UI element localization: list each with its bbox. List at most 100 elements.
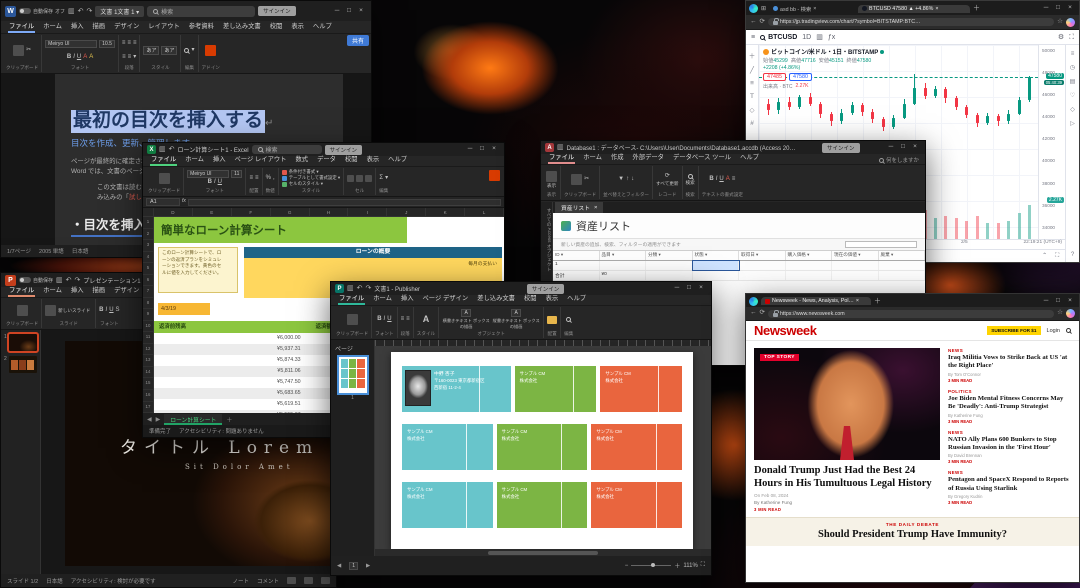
delete-cells-icon[interactable]	[356, 175, 363, 182]
news-icon[interactable]: ▤	[1070, 78, 1076, 85]
tradingview-toolbar[interactable]: ≡ BTCUSD 1D ▥ ƒx ⚙ ⛶	[746, 30, 1079, 45]
ribbon-tab[interactable]: デザイン	[113, 19, 140, 33]
menu-icon[interactable]: ≡	[751, 34, 755, 41]
redo-icon[interactable]: ↷	[87, 8, 93, 15]
sheet-banner-cell[interactable]: 簡単なローン計算シート	[154, 217, 407, 243]
paste-icon[interactable]	[13, 45, 24, 56]
story-category[interactable]: NEWS	[948, 348, 1071, 353]
italic-button[interactable]: I	[214, 179, 216, 186]
font-color-button[interactable]: A	[726, 176, 730, 183]
clipboard-group[interactable]: クリップボード	[333, 307, 372, 338]
word-titlebar[interactable]: W 自動保存オフ ▥ ↶ ↷ 文書 1文書 1 ▾ 検索 サインイン ─□×	[1, 1, 371, 21]
object-tab-bar[interactable]: 資産リスト×	[553, 202, 925, 213]
ribbon-tab[interactable]: ヘルプ	[566, 291, 587, 305]
page-indicator[interactable]: 1/7ページ	[7, 247, 31, 255]
search-icon[interactable]	[1066, 328, 1071, 333]
alerts-icon[interactable]: ◷	[1070, 64, 1075, 71]
ribbon-tab[interactable]: 挿入	[70, 19, 85, 33]
cut-icon[interactable]: ✂	[26, 47, 31, 54]
ribbon-tab[interactable]: ホーム	[372, 291, 393, 305]
editing-group[interactable]: ▾編集	[181, 35, 198, 72]
new-slide-icon[interactable]	[45, 305, 56, 316]
find-icon[interactable]	[566, 317, 571, 322]
font-name-box[interactable]: Meiryo UI	[187, 170, 229, 178]
grid-column-header[interactable]: 購入価格 ▾	[786, 251, 833, 260]
browser-address-bar[interactable]: ← ⟳ https://jp.tradingview.com/chart/?sy…	[746, 15, 1079, 30]
row-number[interactable]: 13	[143, 355, 153, 367]
insert-cells-icon[interactable]	[347, 175, 354, 182]
row-number[interactable]: 15	[143, 378, 153, 390]
story-category[interactable]: NEWS	[948, 470, 1071, 475]
maximize-panel-icon[interactable]: ⛶	[1055, 253, 1059, 260]
ribbon-tab[interactable]: 挿入	[400, 291, 415, 305]
align-middle-icon[interactable]: ≡	[255, 175, 259, 182]
comment-note[interactable]: このローン計算シートで、ローンの返済プランをシミュレーションできます。黄色のセル…	[158, 247, 238, 293]
ribbon-tab[interactable]: ホーム	[582, 150, 603, 164]
ribbon-tab[interactable]: 表示	[290, 19, 305, 33]
slides-group[interactable]: 新しいスライドスライド	[42, 299, 96, 328]
access-ribbon-tabs[interactable]: ファイルホーム作成外部データデータベース ツールヘルプ	[541, 154, 925, 165]
active-sheet-tab[interactable]: ローン計算シート	[164, 414, 222, 425]
window-controls[interactable]: ─□×	[885, 144, 921, 151]
styles-icon[interactable]: A	[423, 315, 430, 325]
align-icon[interactable]: ≡	[732, 176, 736, 183]
styles-group[interactable]: 条件付き書式 ▾ テーブルとして書式設定 ▾ セルのスタイル ▾ スタイル	[279, 168, 344, 195]
card-cell-orange[interactable]: サンプル CM株式会社	[591, 424, 682, 470]
new-slide-button[interactable]: 新しいスライド	[58, 308, 92, 313]
story-item[interactable]: NEWS Pentagon and SpaceX Respond to Repo…	[948, 470, 1071, 505]
find-group[interactable]: 検索検索	[683, 166, 699, 199]
new-tab-button[interactable]: ＋	[874, 298, 881, 305]
horizontal-textbox-button[interactable]: A横書きテキスト ボックスの描画	[442, 309, 490, 330]
paragraph-group[interactable]: ≡≡≡ ≡≡▾ 段落	[119, 35, 141, 72]
fib-tool[interactable]: ≡	[750, 80, 754, 87]
story-category[interactable]: NEWS	[948, 430, 1071, 435]
publisher-canvas[interactable]: 中野 杏子〒160-0023 東京都新宿区西新宿 11-2-4 サンプル CM株…	[375, 340, 711, 556]
autosave-toggle[interactable]: 自動保存オフ	[19, 8, 65, 15]
sort-filter-icon[interactable]: ▾	[385, 175, 388, 182]
bullets-icon[interactable]: ≡	[122, 40, 126, 47]
close-button[interactable]: ×	[1064, 5, 1076, 12]
publisher-window[interactable]: P ▥ ↶ ↷ 文書1 - Publisher サインイン ─□× ファイルホー…	[330, 281, 712, 576]
crosshair-tool[interactable]: ＋	[749, 50, 756, 60]
redo-icon[interactable]: ↷	[366, 285, 372, 292]
refresh-button[interactable]: ⟳	[760, 19, 765, 26]
newsweek-browser-window[interactable]: Newsweek - News, Analysis, Pol…× ＋ ─□× ←…	[745, 293, 1080, 583]
objects-group[interactable]: A横書きテキスト ボックスの描画 A縦書きテキスト ボックスの描画 オブジェクト	[439, 307, 544, 338]
maximize-button[interactable]: □	[476, 146, 488, 153]
slide-subtitle[interactable]: Sit Dolor Amet	[185, 463, 294, 471]
browser-tab-inactive[interactable]: asd bb - 検索×	[769, 4, 855, 14]
chats-icon[interactable]: ◇	[1070, 106, 1075, 113]
card-cell-cyan[interactable]: サンプル CM株式会社	[402, 424, 493, 470]
pdf-addin-icon[interactable]	[489, 170, 500, 181]
bid-price-chip[interactable]: 47485	[763, 73, 786, 81]
text-tool[interactable]: T	[750, 93, 754, 100]
search-box[interactable]: 検索	[147, 6, 255, 17]
date-cell[interactable]: 4/3/19	[158, 303, 210, 315]
italic-button[interactable]: I	[73, 54, 75, 61]
grid-total-row[interactable]: 合計¥0	[553, 271, 925, 281]
minimize-button[interactable]: ─	[671, 285, 683, 292]
selected-cell[interactable]	[693, 261, 740, 270]
ribbon-tab[interactable]: ファイル	[8, 19, 35, 33]
story-item[interactable]: NEWS NATO Ally Plans 600 Bunkers to Stop…	[948, 430, 1071, 465]
next-sheet-arrow[interactable]: ▶	[156, 416, 161, 423]
font-group[interactable]: BIUSフォント	[96, 299, 122, 328]
row-number[interactable]: 6	[143, 275, 153, 287]
filter-icon[interactable]: ▼	[618, 176, 624, 183]
horizontal-scrollbar[interactable]	[375, 549, 711, 556]
back-button[interactable]: ←	[750, 19, 757, 26]
clipboard-group[interactable]: ✂クリップボード	[3, 35, 42, 72]
ribbon-tab[interactable]: 参考資料	[188, 19, 215, 33]
select-all-corner[interactable]	[143, 208, 154, 216]
style-tile-1[interactable]: あア	[143, 46, 159, 55]
close-button[interactable]: ×	[488, 146, 500, 153]
ribbon-tab[interactable]: 表示	[545, 291, 560, 305]
pages-panel[interactable]: ページ 1	[331, 340, 375, 556]
font-name-box[interactable]: Meiryo UI	[45, 40, 97, 48]
grid-column-header[interactable]: 分類 ▾	[646, 251, 693, 260]
row-number[interactable]: 16	[143, 390, 153, 402]
card-cell-cyan[interactable]: 中野 杏子〒160-0023 東京都新宿区西新宿 11-2-4	[402, 366, 511, 412]
ribbon-tab[interactable]: 校閲	[523, 291, 538, 305]
slideshow-icon[interactable]	[321, 577, 330, 584]
minimize-button[interactable]: ─	[1040, 298, 1052, 305]
